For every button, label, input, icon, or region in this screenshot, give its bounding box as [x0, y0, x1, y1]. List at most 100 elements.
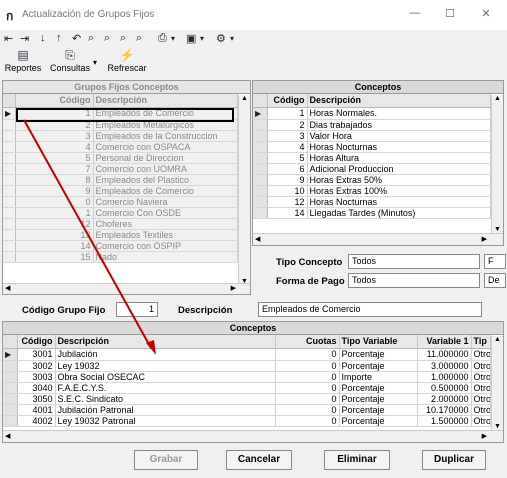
- table-row[interactable]: 4 Horas Nocturnas: [253, 141, 491, 153]
- first-record-icon[interactable]: ⇤: [4, 32, 13, 45]
- filter-icon[interactable]: ⌕: [120, 32, 126, 45]
- col-tip[interactable]: Tip: [471, 335, 491, 349]
- scroll-up-icon[interactable]: ▲: [494, 95, 501, 102]
- col-tipo-variable[interactable]: Tipo Variable: [339, 335, 418, 349]
- table-row[interactable]: 3003 Obra Social OSECAC 0 Importe 1.000000 Ot…: [3, 371, 491, 383]
- chevron-down-icon[interactable]: ▾: [230, 34, 234, 43]
- find-icon[interactable]: ⌕: [88, 32, 94, 45]
- scroll-up-icon[interactable]: ▲: [494, 336, 501, 343]
- settings-icon[interactable]: ⚙: [216, 32, 226, 45]
- table-row[interactable]: 13 Empleados Textiles: [3, 229, 238, 241]
- cell-tip: Otro: [471, 382, 491, 394]
- find-next-icon[interactable]: ⌕: [104, 32, 110, 45]
- tipo-concepto-field[interactable]: Todos: [348, 254, 480, 269]
- concepts-bottom-hscroll[interactable]: ◀ ▶: [3, 430, 503, 442]
- table-row[interactable]: 3002 Ley 19032 0 Porcentaje 3.000000 Otro: [3, 360, 491, 372]
- maximize-button[interactable]: ☐: [443, 7, 457, 21]
- table-row[interactable]: 5 Personal de Direccion: [3, 152, 238, 164]
- minimize-button[interactable]: —: [408, 7, 422, 21]
- col-code[interactable]: Código: [15, 94, 94, 108]
- close-button[interactable]: ✕: [479, 7, 493, 21]
- concepts-grid-top[interactable]: Conceptos Código Descripción ▶ 1 Horas Nor…: [252, 80, 504, 246]
- groups-hscroll[interactable]: ◀ ▶: [3, 283, 250, 294]
- scroll-down-icon[interactable]: ▼: [494, 423, 501, 430]
- scroll-left-icon[interactable]: ◀: [5, 432, 10, 440]
- col-variable-1[interactable]: Variable 1: [417, 335, 472, 349]
- table-row[interactable]: 0 Comercio Naviera: [3, 196, 238, 208]
- group-code-field[interactable]: 1: [116, 302, 158, 317]
- table-row[interactable]: 9 Empleados de Comercio: [3, 185, 238, 197]
- cell-description: Horas Nocturnas: [307, 196, 491, 208]
- cell-code: 5: [15, 152, 94, 164]
- col-code[interactable]: Código: [17, 335, 56, 349]
- refresh-button[interactable]: ⚡ Refrescar: [106, 48, 148, 76]
- cell-description: Empleados de la Construccion: [93, 130, 238, 142]
- groups-vscroll[interactable]: ▲ ▼: [238, 95, 250, 285]
- table-row[interactable]: 3 Valor Hora: [253, 130, 491, 142]
- col-cuotas[interactable]: Cuotas: [275, 335, 340, 349]
- table-row[interactable]: 14 Comercio con OSPIP: [3, 240, 238, 252]
- table-row[interactable]: 3040 F.A.E.C.Y.S. 0 Porcentaje 0.500000 Otro: [3, 382, 491, 394]
- scroll-left-icon[interactable]: ◀: [5, 284, 10, 292]
- concepts-top-vscroll[interactable]: ▲ ▼: [491, 95, 503, 233]
- scroll-left-icon[interactable]: ◀: [255, 235, 260, 243]
- table-row[interactable]: 6 Adicional Produccion: [253, 163, 491, 175]
- forma-extra-field[interactable]: De: [484, 273, 506, 288]
- chevron-down-icon[interactable]: ▾: [200, 34, 204, 43]
- table-row[interactable]: 1 Comercio Con OSDE: [3, 207, 238, 219]
- refresh-label: Refrescar: [107, 63, 147, 73]
- table-row[interactable]: 4002 Ley 19032 Patronal 0 Porcentaje 1.50000…: [3, 415, 491, 427]
- cell-description: Empleados Textiles: [93, 229, 238, 241]
- scroll-down-icon[interactable]: ▼: [494, 226, 501, 233]
- col-description[interactable]: Descripción: [93, 94, 238, 108]
- table-row[interactable]: 10 Horas Extras 100%: [253, 185, 491, 197]
- concepts-grid-bottom[interactable]: Conceptos Código Descripción Cuotas Tipo…: [2, 321, 504, 443]
- scroll-up-icon[interactable]: ▲: [241, 95, 248, 102]
- print-icon[interactable]: ⎙: [158, 32, 167, 45]
- col-description[interactable]: Descripción: [55, 335, 276, 349]
- forma-pago-field[interactable]: Todos: [348, 273, 480, 288]
- scroll-right-icon[interactable]: ▶: [482, 432, 487, 440]
- table-row[interactable]: 3 Empleados de la Construccion: [3, 130, 238, 142]
- table-row[interactable]: 12 Horas Nocturnas: [253, 196, 491, 208]
- duplicate-button[interactable]: Duplicar: [422, 450, 486, 470]
- cell-cuotas: 0: [275, 404, 340, 416]
- scroll-right-icon[interactable]: ▶: [231, 284, 236, 292]
- table-row[interactable]: 4 Comercio con OSPACA: [3, 141, 238, 153]
- last-record-icon[interactable]: ⇥: [20, 32, 29, 45]
- col-description[interactable]: Descripción: [307, 94, 491, 108]
- tipo-extra-field[interactable]: F: [484, 254, 506, 269]
- queries-button[interactable]: ⎘ Consultas: [48, 48, 92, 76]
- sort-asc-icon[interactable]: ↓: [40, 32, 46, 44]
- table-row[interactable]: 2 Dias trabajados: [253, 119, 491, 131]
- table-row[interactable]: 14 Llegadas Tardes (Minutos): [253, 207, 491, 219]
- undo-icon[interactable]: ↶: [72, 32, 81, 45]
- table-row[interactable]: ▶ 3001 Jubilación 0 Porcentaje 11.000000 Otro: [3, 348, 491, 361]
- concepts-top-hscroll[interactable]: ◀ ▶: [253, 233, 503, 245]
- delete-button[interactable]: Eliminar: [324, 450, 390, 470]
- save-button[interactable]: Grabar: [134, 450, 198, 470]
- reports-button[interactable]: ▤ Reportes: [4, 48, 42, 76]
- table-row[interactable]: 7 Comercio con UOMRA: [3, 163, 238, 175]
- table-row[interactable]: 8 Empleados del Plastico: [3, 174, 238, 186]
- table-row[interactable]: 9 Horas Extras 50%: [253, 174, 491, 186]
- concepts-bottom-vscroll[interactable]: ▲ ▼: [491, 336, 503, 430]
- table-row[interactable]: 3050 S.E.C. Sindicato 0 Porcentaje 2.000000 O…: [3, 393, 491, 405]
- sort-desc-icon[interactable]: ↑: [56, 32, 62, 44]
- cell-tip: Otro: [471, 348, 491, 361]
- table-row[interactable]: 5 Horas Altura: [253, 152, 491, 164]
- cancel-button[interactable]: Cancelar: [226, 450, 292, 470]
- table-row[interactable]: 15 Nado: [3, 251, 238, 263]
- clear-filter-icon[interactable]: ⌕: [136, 32, 142, 45]
- group-description-field[interactable]: Empleados de Comercio: [258, 302, 482, 317]
- cell-code: 8: [15, 174, 94, 186]
- table-row[interactable]: ▶ 1 Horas Normales.: [253, 107, 491, 120]
- table-row[interactable]: 12 Choferes: [3, 218, 238, 230]
- chevron-down-icon[interactable]: ▾: [171, 34, 175, 43]
- chevron-down-icon[interactable]: ▾: [93, 58, 97, 67]
- table-row[interactable]: 4001 Jubilación Patronal 0 Porcentaje 10.170…: [3, 404, 491, 416]
- col-code[interactable]: Código: [267, 94, 308, 108]
- export-icon[interactable]: ▣: [186, 32, 196, 45]
- row-indicator: [3, 382, 18, 394]
- scroll-right-icon[interactable]: ▶: [482, 235, 487, 243]
